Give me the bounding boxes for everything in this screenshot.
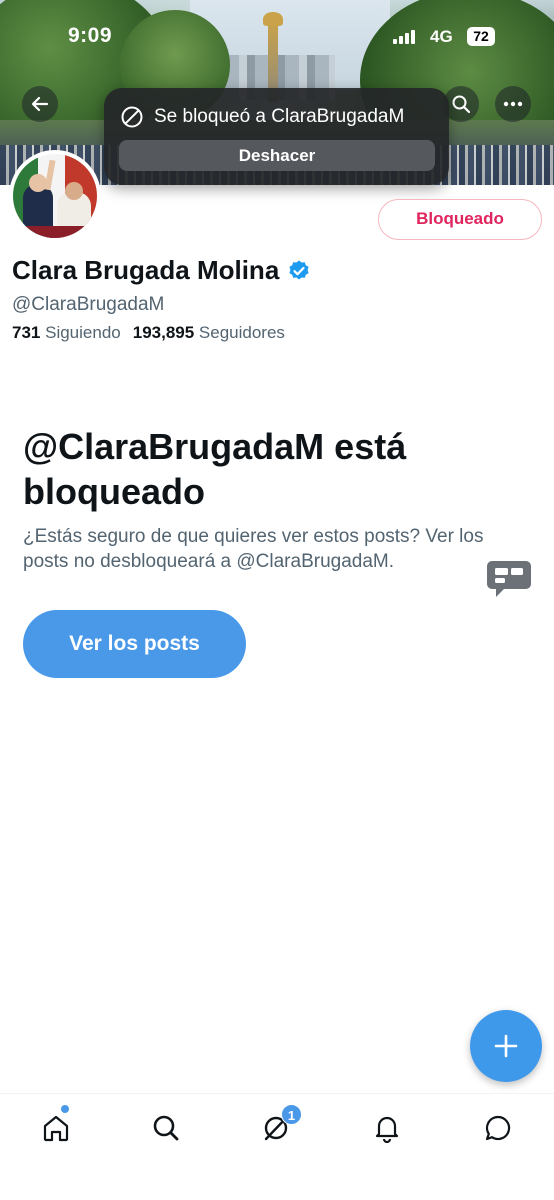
followers-link[interactable]: 193,895 Seguidores bbox=[133, 323, 285, 342]
undo-button[interactable]: Deshacer bbox=[119, 140, 435, 171]
following-count: 731 bbox=[12, 323, 41, 342]
following-label: Siguiendo bbox=[45, 323, 121, 342]
toast-message-row: Se bloqueó a ClaraBrugadaM bbox=[120, 105, 404, 129]
home-notification-dot bbox=[61, 1105, 69, 1113]
status-time: 9:09 bbox=[68, 24, 113, 47]
plus-icon bbox=[494, 1034, 518, 1058]
block-toast: Se bloqueó a ClaraBrugadaM Deshacer bbox=[104, 88, 449, 185]
avatar-figure-head bbox=[65, 182, 83, 200]
arrow-left-icon bbox=[31, 96, 49, 112]
verified-badge-icon[interactable] bbox=[287, 259, 311, 283]
tab-search[interactable] bbox=[146, 1108, 186, 1148]
tab-messages[interactable] bbox=[478, 1108, 518, 1148]
bell-icon bbox=[375, 1116, 399, 1143]
network-type: 4G bbox=[430, 27, 453, 46]
more-options-button[interactable] bbox=[495, 86, 531, 122]
followers-count: 193,895 bbox=[132, 323, 195, 342]
message-icon bbox=[485, 1115, 511, 1141]
avatar[interactable] bbox=[9, 150, 101, 242]
view-posts-button[interactable]: Ver los posts bbox=[23, 610, 246, 678]
follow-counts: 731 Siguiendo 193,895 Seguidores bbox=[12, 323, 285, 343]
avatar-table bbox=[13, 226, 97, 238]
blocked-description: ¿Estás seguro de que quieres ver estos p… bbox=[23, 526, 484, 572]
followers-label: Seguidores bbox=[198, 323, 285, 342]
search-icon bbox=[153, 1115, 179, 1141]
profile-name: Clara Brugada Molina bbox=[12, 255, 280, 285]
avatar-figure-arm bbox=[44, 159, 56, 191]
profile-handle: @ClaraBrugadaM bbox=[12, 294, 165, 315]
battery-indicator: 72 bbox=[467, 27, 495, 46]
cellular-signal-icon bbox=[393, 30, 415, 44]
tab-home[interactable] bbox=[36, 1108, 76, 1148]
back-button[interactable] bbox=[22, 86, 58, 122]
block-icon bbox=[121, 106, 143, 128]
following-link[interactable]: 731 Siguiendo bbox=[12, 323, 121, 342]
tab-notifications[interactable] bbox=[367, 1108, 407, 1148]
status-bar: 9:09 4G 72 bbox=[0, 22, 554, 52]
toast-message: Se bloqueó a ClaraBrugadaM bbox=[154, 106, 405, 127]
compose-post-button[interactable] bbox=[470, 1010, 542, 1082]
floating-chat-icon[interactable] bbox=[484, 557, 534, 601]
profile-name-row: Clara Brugada Molina bbox=[12, 255, 311, 286]
search-icon bbox=[452, 95, 471, 114]
more-dots-icon bbox=[503, 101, 523, 107]
home-icon bbox=[43, 1115, 69, 1142]
blocked-button[interactable]: Bloqueado bbox=[378, 199, 542, 240]
bottom-tab-bar: 1 bbox=[0, 1093, 554, 1200]
blocked-title: @ClaraBrugadaM está bloqueado bbox=[23, 426, 407, 512]
grok-badge: 1 bbox=[281, 1104, 302, 1125]
